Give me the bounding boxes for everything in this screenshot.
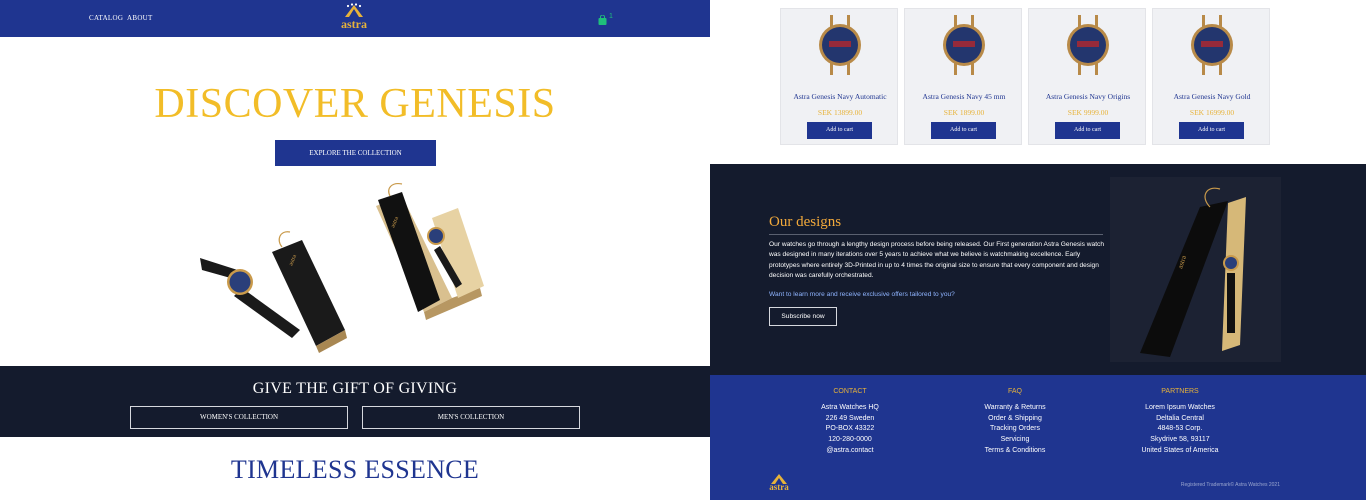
product-card[interactable]: Astra Genesis Navy Automatic SEK 13899.0… [780,8,898,145]
add-to-cart-button[interactable]: Add to cart [1055,122,1120,139]
footer-partner-line: Lorem Ipsum Watches [1145,404,1215,411]
logo-wordmark: astra [341,17,367,31]
hero-product-image: astra astra [200,183,484,353]
our-designs-section: Our designs Our watches go through a len… [710,164,1366,375]
add-to-cart-button[interactable]: Add to cart [931,122,996,139]
product-name[interactable]: Astra Genesis Navy Origins [1029,92,1147,101]
footer-contact-line: Astra Watches HQ [821,404,879,411]
footer-faq-link[interactable]: Warranty & Returns [940,403,1090,414]
watch-product-image [1191,15,1233,75]
watch-product-image [1067,15,1109,75]
product-card[interactable]: Astra Genesis Navy 45 mm SEK 1899.00 Add… [904,8,1022,145]
designs-title: Our designs [769,214,842,230]
footer-faq-title: FAQ [1007,388,1022,395]
gift-title: GIVE THE GIFT OF GIVING [252,380,458,397]
product-name[interactable]: Astra Genesis Navy 45 mm [905,92,1023,101]
product-name[interactable]: Astra Genesis Navy Automatic [781,92,899,101]
footer-partners-column: PARTNERS Lorem Ipsum Watches Deltalia Ce… [1105,388,1255,457]
footer-faq-link[interactable]: Order & Shipping [940,414,1090,425]
product-card[interactable]: Astra Genesis Navy Origins SEK 9999.00 A… [1028,8,1146,145]
womens-collection-button[interactable]: WOMEN'S COLLECTION [130,406,348,429]
product-price: SEK 13899.00 [817,108,863,117]
product-price: SEK 1899.00 [943,108,985,117]
footer-contact-line: 120-280-0000 [828,436,872,444]
timeless-essence-heading: TIMELESS ESSENCE [230,455,480,484]
designs-cta-text: Want to learn more and receive exclusive… [769,291,955,298]
product-card[interactable]: Astra Genesis Navy Gold SEK 16999.00 Add… [1152,8,1270,145]
footer-contact-line: 226 49 Sweden [825,414,875,422]
mens-collection-button[interactable]: MEN'S COLLECTION [362,406,580,429]
footer-partner-line: Skydrive 58, 93117 [1150,436,1210,444]
footer-logo[interactable]: astra [767,472,791,494]
product-price: SEK 9999.00 [1067,108,1109,117]
copyright-text: Registered Trademark© Astra Watches 2021 [1180,482,1280,488]
subscribe-button[interactable]: Subscribe now [769,307,837,326]
footer-contact-title: CONTACT [833,388,867,395]
nav-catalog-link[interactable]: CATALOG [89,14,123,22]
product-price: SEK 16999.00 [1189,108,1235,117]
gift-banner: GIVE THE GIFT OF GIVING WOMEN'S COLLECTI… [0,366,710,437]
designs-product-image: astra [1110,177,1281,362]
shopping-bag-icon [598,14,607,25]
top-navigation-bar: CATALOG ABOUT astra 1 [0,0,710,37]
astra-logo[interactable]: astra [339,3,369,33]
site-footer: CONTACT Astra Watches HQ 226 49 Sweden P… [710,375,1366,500]
add-to-cart-button[interactable]: Add to cart [807,122,872,139]
footer-partner-line: Deltalia Central [1156,414,1204,422]
footer-contact-column: CONTACT Astra Watches HQ 226 49 Sweden P… [775,388,925,457]
nav-about-link[interactable]: ABOUT [127,14,153,22]
footer-partner-line: 4848-53 Corp. [1157,425,1203,433]
designs-description: Our watches go through a lengthy design … [769,241,1105,279]
catalog-panel: Astra Genesis Navy Automatic SEK 13899.0… [710,0,1366,500]
footer-contact-line: PO-BOX 43322 [825,425,875,433]
product-name[interactable]: Astra Genesis Navy Gold [1153,92,1271,101]
cart-button[interactable]: 1 [598,12,618,25]
cart-count: 1 [609,13,613,20]
watch-product-image [819,15,861,75]
footer-partners-title: PARTNERS [1161,388,1199,395]
explore-collection-button[interactable]: EXPLORE THE COLLECTION [275,140,436,166]
footer-faq-link[interactable]: Servicing [940,435,1090,446]
homepage-panel: CATALOG ABOUT astra 1 DISCOVER GENESIS E… [0,0,710,500]
footer-logo-wordmark: astra [769,482,789,492]
designs-divider [769,234,1103,235]
footer-contact-line[interactable]: @astra.contact [775,446,925,457]
add-to-cart-button[interactable]: Add to cart [1179,122,1244,139]
footer-faq-column: FAQ Warranty & Returns Order & Shipping … [940,388,1090,457]
watch-product-image [943,15,985,75]
footer-partner-line: United States of America [1141,446,1219,454]
footer-faq-link[interactable]: Terms & Conditions [940,446,1090,457]
product-grid: Astra Genesis Navy Automatic SEK 13899.0… [710,0,1366,164]
footer-faq-link[interactable]: Tracking Orders [940,424,1090,435]
hero-title: DISCOVER GENESIS [154,81,556,127]
